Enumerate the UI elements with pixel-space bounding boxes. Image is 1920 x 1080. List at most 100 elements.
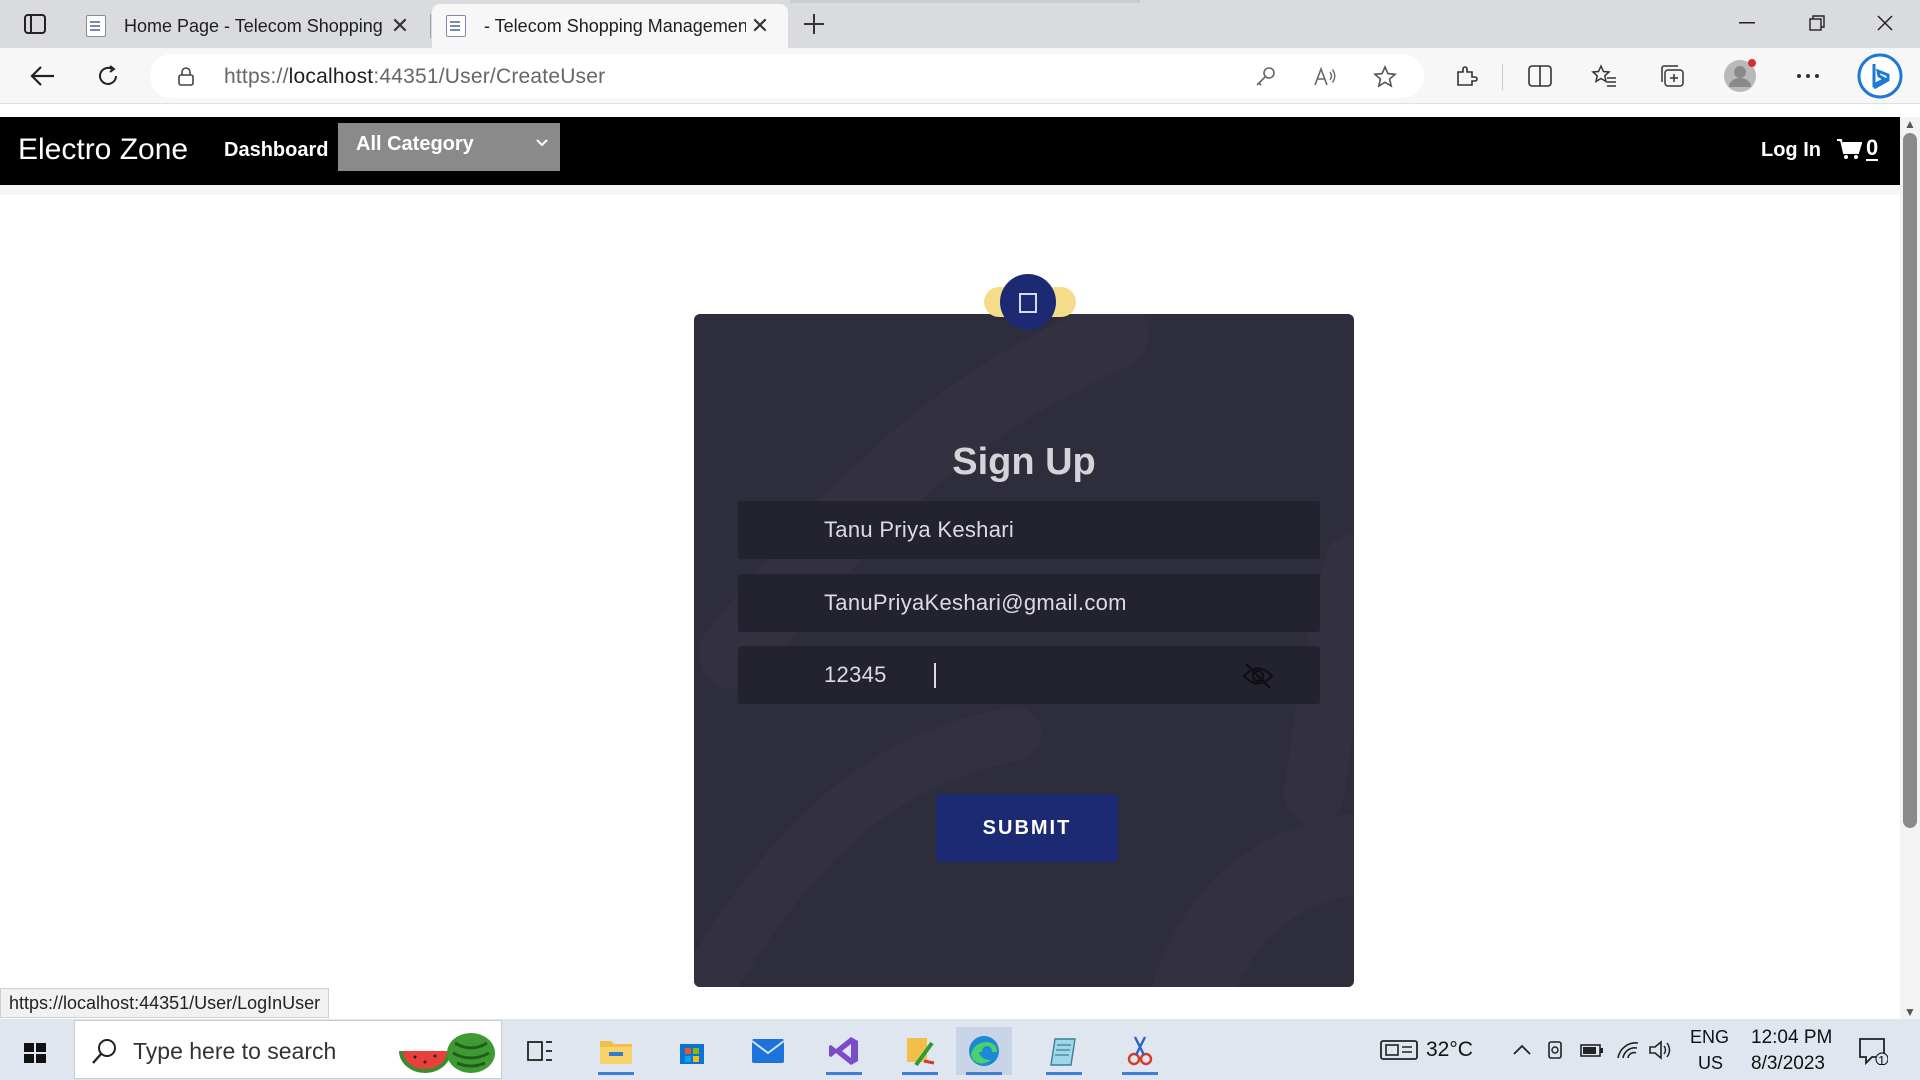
app-running-indicator [598,1072,634,1075]
user-placeholder-icon [1019,293,1037,313]
restore-icon [1809,15,1825,31]
app-running-indicator [1046,1072,1082,1075]
refresh-icon [99,65,117,85]
meet-now-icon[interactable] [1544,1039,1568,1061]
battery-icon[interactable] [1580,1039,1604,1061]
restore-button[interactable] [1782,0,1852,46]
name-field[interactable] [738,501,1320,559]
close-window-button[interactable] [1850,0,1920,46]
email-input[interactable] [738,574,1320,632]
split-screen-button[interactable] [1520,56,1560,96]
url-prefix: https:// [224,65,289,88]
task-view-button[interactable] [512,1027,568,1075]
tab-close-icon[interactable]: ✕ [746,12,774,40]
status-bar-url: https://localhost:44351/User/LogInUser [0,988,330,1018]
collections-button[interactable] [1652,56,1692,96]
clock-date[interactable]: 8/3/2023 [1751,1053,1825,1075]
notification-count: 1 [1878,1053,1886,1068]
app-running-indicator [826,1072,862,1075]
eye-slash-icon[interactable] [1242,661,1274,691]
plus-icon [804,14,824,34]
clock-time[interactable]: 12:04 PM [1751,1027,1832,1049]
url-path: :44351/User/CreateUser [373,65,606,88]
tab-create-user[interactable]: - Telecom Shopping Managemen ✕ [432,4,788,48]
volume-icon[interactable] [1648,1039,1672,1061]
favorite-button[interactable] [1370,62,1400,92]
url-host: localhost [288,65,374,88]
tab-separator [430,14,431,38]
app-running-indicator [902,1072,938,1075]
password-key-button[interactable] [1250,62,1280,92]
category-select-value: All Category [356,133,474,155]
url-text[interactable]: https://localhost:44351/User/CreateUser [224,65,605,89]
close-icon [1877,15,1893,31]
back-button[interactable] [22,56,62,96]
profile-button[interactable] [1720,56,1760,96]
tab-actions-button[interactable] [14,9,56,39]
password-input[interactable] [738,646,1320,704]
new-tab-button[interactable] [796,8,832,40]
notepad-app[interactable] [1036,1027,1092,1075]
wifi-icon[interactable] [1616,1039,1640,1061]
visual-studio-app[interactable] [816,1027,872,1075]
tools-app[interactable] [892,1027,948,1075]
name-input[interactable] [738,501,1320,559]
snipping-tool-app[interactable] [1112,1027,1168,1075]
lock-icon[interactable] [176,66,196,86]
cart-count: 0 [1866,135,1879,161]
extensions-button[interactable] [1446,56,1486,96]
submit-button[interactable]: SUBMIT [936,794,1118,862]
windows-taskbar: Type here to search 32°C ENG US 12:04 PM… [0,1019,1920,1080]
nav-cart-link[interactable]: 0 [1836,135,1879,161]
scroll-thumb[interactable] [1903,133,1917,828]
scissors-icon [1127,1036,1153,1066]
watermelon-icon [399,1033,495,1073]
tab-actions-icon [24,14,46,34]
tools-icon [907,1038,935,1067]
tab-home-page[interactable]: Home Page - Telecom Shopping ✕ [72,4,428,48]
page-favicon-icon [86,15,106,37]
browser-toolbar: https://localhost:44351/User/CreateUser [0,48,1920,104]
more-dots-icon [1797,74,1819,78]
read-aloud-icon [1314,66,1336,86]
chevron-up-icon[interactable] [1510,1039,1534,1061]
minimize-button[interactable] [1712,0,1782,46]
file-explorer-app[interactable] [588,1027,644,1075]
search-icon [92,1039,116,1064]
edge-browser-app[interactable] [956,1027,1012,1075]
read-aloud-button[interactable] [1310,62,1340,92]
weather-temperature[interactable]: 32°C [1426,1038,1473,1062]
nav-login-link[interactable]: Log In [1761,139,1821,162]
app-running-indicator [1122,1072,1158,1075]
bing-icon [1857,53,1903,99]
shopping-cart-icon [1837,139,1862,159]
favorites-button[interactable] [1584,56,1624,96]
site-brand[interactable]: Electro Zone [18,133,188,167]
signup-title: Sign Up [952,441,1096,483]
scroll-down-arrow-icon[interactable]: ▼ [1904,1005,1916,1019]
weather-icon[interactable] [1380,1039,1418,1061]
password-field[interactable] [738,646,1320,704]
category-select[interactable]: All Category [338,123,560,171]
nav-dashboard-link[interactable]: Dashboard [224,139,328,162]
task-view-icon [527,1041,552,1061]
email-field[interactable] [738,574,1320,632]
language-code[interactable]: ENG [1690,1027,1729,1048]
address-bar[interactable]: https://localhost:44351/User/CreateUser [150,54,1424,98]
settings-menu-button[interactable] [1788,56,1828,96]
page-scrollbar[interactable]: ▲ ▼ [1900,117,1920,1019]
visual-studio-icon [829,1037,858,1065]
microsoft-store-app[interactable] [664,1027,720,1075]
keyboard-region[interactable]: US [1698,1053,1723,1074]
refresh-button[interactable] [88,56,128,96]
site-navbar: Electro Zone Dashboard All Category Log … [0,117,1900,185]
bing-chat-button[interactable] [1856,52,1904,100]
tab-close-icon[interactable]: ✕ [386,12,414,40]
windows-start-icon[interactable] [12,1033,58,1073]
taskbar-search[interactable]: Type here to search [74,1020,502,1079]
text-cursor [934,663,936,688]
page-favicon-icon [446,15,466,37]
signup-badge [984,274,1076,330]
mail-app[interactable] [740,1027,796,1075]
scroll-up-arrow-icon[interactable]: ▲ [1904,117,1916,131]
